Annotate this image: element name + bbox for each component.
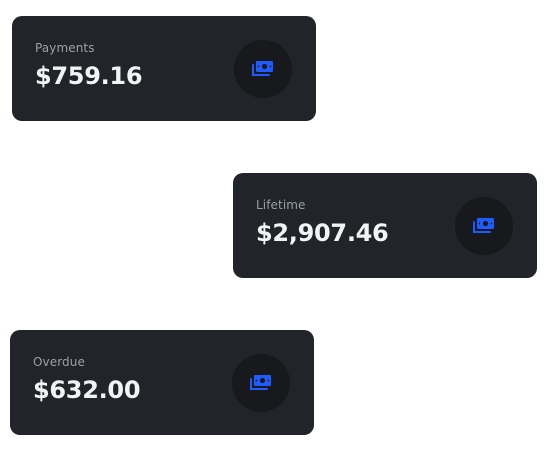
stats-stage: Payments $759.16 Lifetime $2,907.46 Over… [0,0,550,451]
stat-card-overdue: Overdue $632.00 [10,330,314,435]
money-icon [252,61,273,76]
stat-label: Lifetime [256,198,306,212]
stat-label: Payments [35,41,95,55]
money-icon [250,375,271,390]
stat-value: $759.16 [35,62,143,90]
stat-value: $2,907.46 [256,219,389,247]
stat-card-payments: Payments $759.16 [12,16,316,121]
stat-icon-badge [455,197,513,255]
stat-value: $632.00 [33,376,141,404]
stat-label: Overdue [33,355,85,369]
stat-icon-badge [232,354,290,412]
stat-card-lifetime: Lifetime $2,907.46 [233,173,537,278]
stat-icon-badge [234,40,292,98]
money-icon [473,218,494,233]
